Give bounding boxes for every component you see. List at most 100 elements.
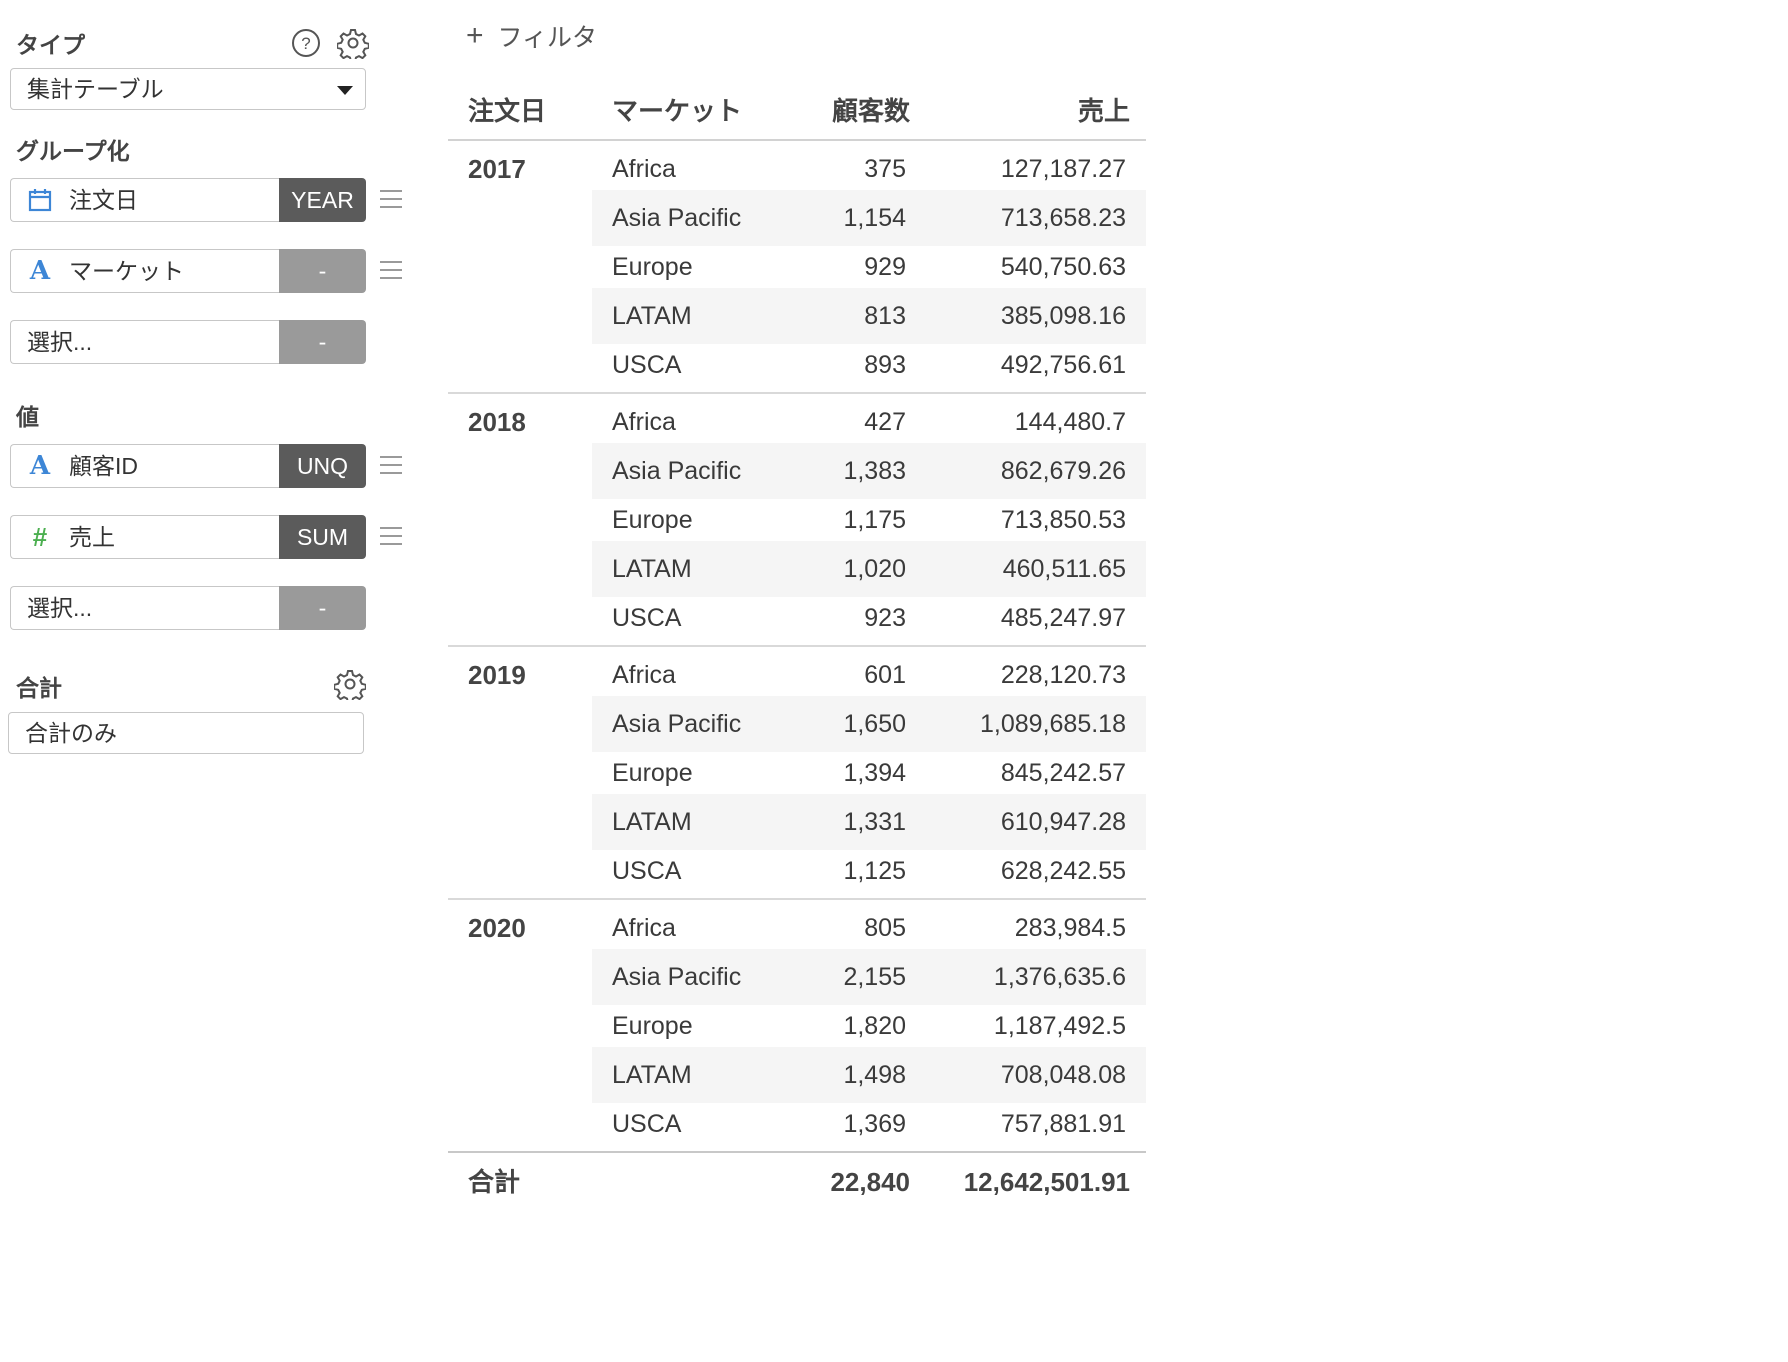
total-settings-gear-icon[interactable] <box>333 668 367 704</box>
chart-type-value: 集計テーブル <box>27 76 164 102</box>
group-aggregation-button[interactable]: YEAR <box>279 178 366 222</box>
market-cell: LATAM <box>612 302 692 330</box>
svg-text:?: ? <box>301 34 310 53</box>
table-row: Asia Pacific 1,650 1,089,685.18 <box>592 696 1146 752</box>
table-row: Asia Pacific 2,155 1,376,635.6 <box>592 949 1146 1005</box>
market-cell: LATAM <box>612 808 692 836</box>
help-icon[interactable]: ? <box>290 27 322 59</box>
group-field-label: 注文日 <box>69 187 138 213</box>
table-row: Europe 1,394 845,242.57 <box>592 745 1146 801</box>
value-aggregation-button[interactable]: SUM <box>279 515 366 559</box>
text-type-icon: A <box>29 451 51 481</box>
sales-cell: 757,881.91 <box>1000 1110 1126 1138</box>
table-row: Africa 601 228,120.73 <box>592 647 1146 703</box>
add-filter-button[interactable]: + フィルタ <box>466 18 597 54</box>
grouping-label: グループ化 <box>16 138 130 164</box>
market-cell: USCA <box>612 351 682 379</box>
customers-cell: 805 <box>864 914 906 942</box>
customers-cell: 1,394 <box>843 759 906 787</box>
year-cell: 2020 <box>468 913 526 943</box>
customers-cell: 1,125 <box>843 857 906 885</box>
group-field-placeholder: 選択... <box>27 329 93 355</box>
total-row-label: 合計 <box>468 1167 521 1197</box>
market-cell: Africa <box>612 408 676 436</box>
value-field-label: 売上 <box>69 524 115 550</box>
sales-cell: 708,048.08 <box>1000 1061 1126 1089</box>
value-aggregation-button[interactable]: - <box>279 586 366 630</box>
column-header-date[interactable]: 注文日 <box>468 92 546 130</box>
type-settings-gear-icon[interactable] <box>336 27 370 63</box>
sales-cell: 628,242.55 <box>1000 857 1126 885</box>
market-cell: Europe <box>612 506 693 534</box>
customers-cell: 929 <box>864 253 906 281</box>
market-cell: USCA <box>612 1110 682 1138</box>
table-row: Europe 1,820 1,187,492.5 <box>592 998 1146 1054</box>
table-row: Asia Pacific 1,154 713,658.23 <box>592 190 1146 246</box>
value-field-placeholder: 選択... <box>27 595 93 621</box>
sales-cell: 1,089,685.18 <box>980 710 1126 738</box>
year-cell: 2019 <box>468 660 526 690</box>
market-cell: Europe <box>612 759 693 787</box>
market-cell: USCA <box>612 857 682 885</box>
group-field-market[interactable]: A マーケット <box>10 249 279 293</box>
market-cell: Asia Pacific <box>612 710 742 738</box>
table-row: LATAM 1,020 460,511.65 <box>592 541 1146 597</box>
drag-handle-icon[interactable] <box>380 527 402 547</box>
table-row: Asia Pacific 1,383 862,679.26 <box>592 443 1146 499</box>
value-field-select[interactable]: 選択... <box>10 586 279 630</box>
market-cell: Asia Pacific <box>612 457 742 485</box>
type-label: タイプ <box>16 32 85 58</box>
table-row: LATAM 1,498 708,048.08 <box>592 1047 1146 1103</box>
customers-cell: 1,650 <box>843 710 906 738</box>
drag-handle-icon[interactable] <box>380 261 402 281</box>
column-header-sales[interactable]: 売上 <box>1078 92 1130 130</box>
total-customers: 22,840 <box>830 1167 910 1197</box>
group-field-select[interactable]: 選択... <box>10 320 279 364</box>
sales-cell: 460,511.65 <box>1002 555 1126 583</box>
value-field-row-empty: 選択... - <box>10 586 402 630</box>
value-field-label: 顧客ID <box>69 453 138 479</box>
column-header-customers[interactable]: 顧客数 <box>832 92 910 130</box>
drag-handle-icon[interactable] <box>380 456 402 476</box>
customers-cell: 1,369 <box>843 1110 906 1138</box>
group-aggregation-button[interactable]: - <box>279 320 366 364</box>
calendar-icon <box>27 179 53 221</box>
total-mode-select[interactable]: 合計のみ <box>8 712 364 754</box>
market-cell: USCA <box>612 604 682 632</box>
table-row: LATAM 1,331 610,947.28 <box>592 794 1146 850</box>
column-header-market[interactable]: マーケット <box>612 92 742 130</box>
group-aggregation-button[interactable]: - <box>279 249 366 293</box>
text-type-icon: A <box>29 256 51 286</box>
value-field-sales[interactable]: # 売上 <box>10 515 279 559</box>
value-field-row-sales: # 売上 SUM <box>10 515 402 559</box>
group-field-date[interactable]: 注文日 <box>10 178 279 222</box>
value-aggregation-button[interactable]: UNQ <box>279 444 366 488</box>
customers-cell: 1,020 <box>843 555 906 583</box>
customers-cell: 1,820 <box>843 1012 906 1040</box>
market-cell: Asia Pacific <box>612 204 742 232</box>
market-cell: LATAM <box>612 1061 692 1089</box>
sales-cell: 1,376,635.6 <box>993 963 1126 991</box>
customers-cell: 813 <box>864 302 906 330</box>
group-field-row-date: 注文日 YEAR <box>10 178 402 222</box>
number-type-icon: # <box>32 522 48 552</box>
customers-cell: 2,155 <box>843 963 906 991</box>
value-field-row-customer: A 顧客ID UNQ <box>10 444 402 488</box>
group-field-label: マーケット <box>69 258 184 284</box>
year-cell: 2017 <box>468 154 526 184</box>
table-row: USCA 1,369 757,881.91 <box>592 1096 1146 1152</box>
chart-type-select[interactable]: 集計テーブル <box>10 68 366 110</box>
table-row: USCA 893 492,756.61 <box>592 337 1146 393</box>
table-row: Europe 1,175 713,850.53 <box>592 492 1146 548</box>
add-filter-label: フィルタ <box>497 24 598 52</box>
group-field-row-market: A マーケット - <box>10 249 402 293</box>
sales-cell: 540,750.63 <box>1000 253 1126 281</box>
sales-cell: 283,984.5 <box>1014 914 1126 942</box>
drag-handle-icon[interactable] <box>380 190 402 210</box>
market-cell: LATAM <box>612 555 692 583</box>
customers-cell: 427 <box>864 408 906 436</box>
value-field-customer-id[interactable]: A 顧客ID <box>10 444 279 488</box>
table-row: Africa 375 127,187.27 <box>592 141 1146 197</box>
customers-cell: 1,331 <box>843 808 906 836</box>
sales-cell: 385,098.16 <box>1000 302 1126 330</box>
